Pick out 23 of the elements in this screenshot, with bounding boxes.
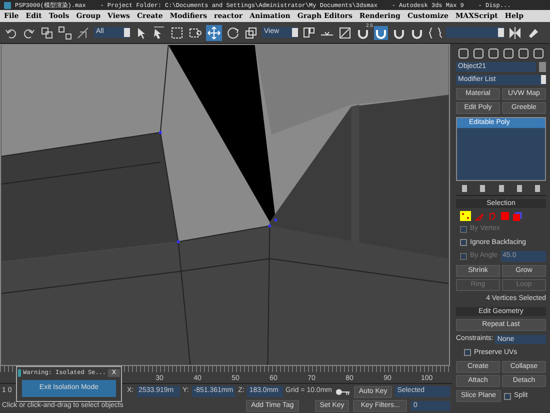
scale-icon[interactable] xyxy=(244,26,258,40)
window-crossing-icon[interactable] xyxy=(188,26,202,40)
select-by-name-icon[interactable] xyxy=(152,26,166,40)
rotate-icon[interactable] xyxy=(226,26,240,40)
braces-icon[interactable] xyxy=(428,26,442,40)
edge-mode-icon[interactable] xyxy=(475,212,484,220)
named-selection-dropdown[interactable] xyxy=(446,27,504,38)
move-icon[interactable] xyxy=(206,24,222,40)
dialog-icon xyxy=(18,368,22,376)
app-icon xyxy=(4,2,11,8)
element-mode-icon[interactable] xyxy=(513,212,522,220)
key-icon[interactable] xyxy=(335,388,351,396)
object-color-swatch[interactable] xyxy=(539,62,546,72)
preserve-uvs-checkbox[interactable] xyxy=(464,349,471,356)
mirror-icon[interactable] xyxy=(508,26,522,40)
ignore-backfacing-checkbox[interactable] xyxy=(460,239,467,246)
vertex-mode-icon[interactable] xyxy=(460,211,471,221)
link-icon[interactable] xyxy=(40,26,54,40)
border-mode-icon[interactable] xyxy=(488,212,497,220)
viewport-drawing[interactable] xyxy=(0,44,450,366)
split-checkbox[interactable] xyxy=(504,392,512,400)
rectangle-icon[interactable] xyxy=(170,26,184,40)
unlink-icon[interactable] xyxy=(58,26,72,40)
